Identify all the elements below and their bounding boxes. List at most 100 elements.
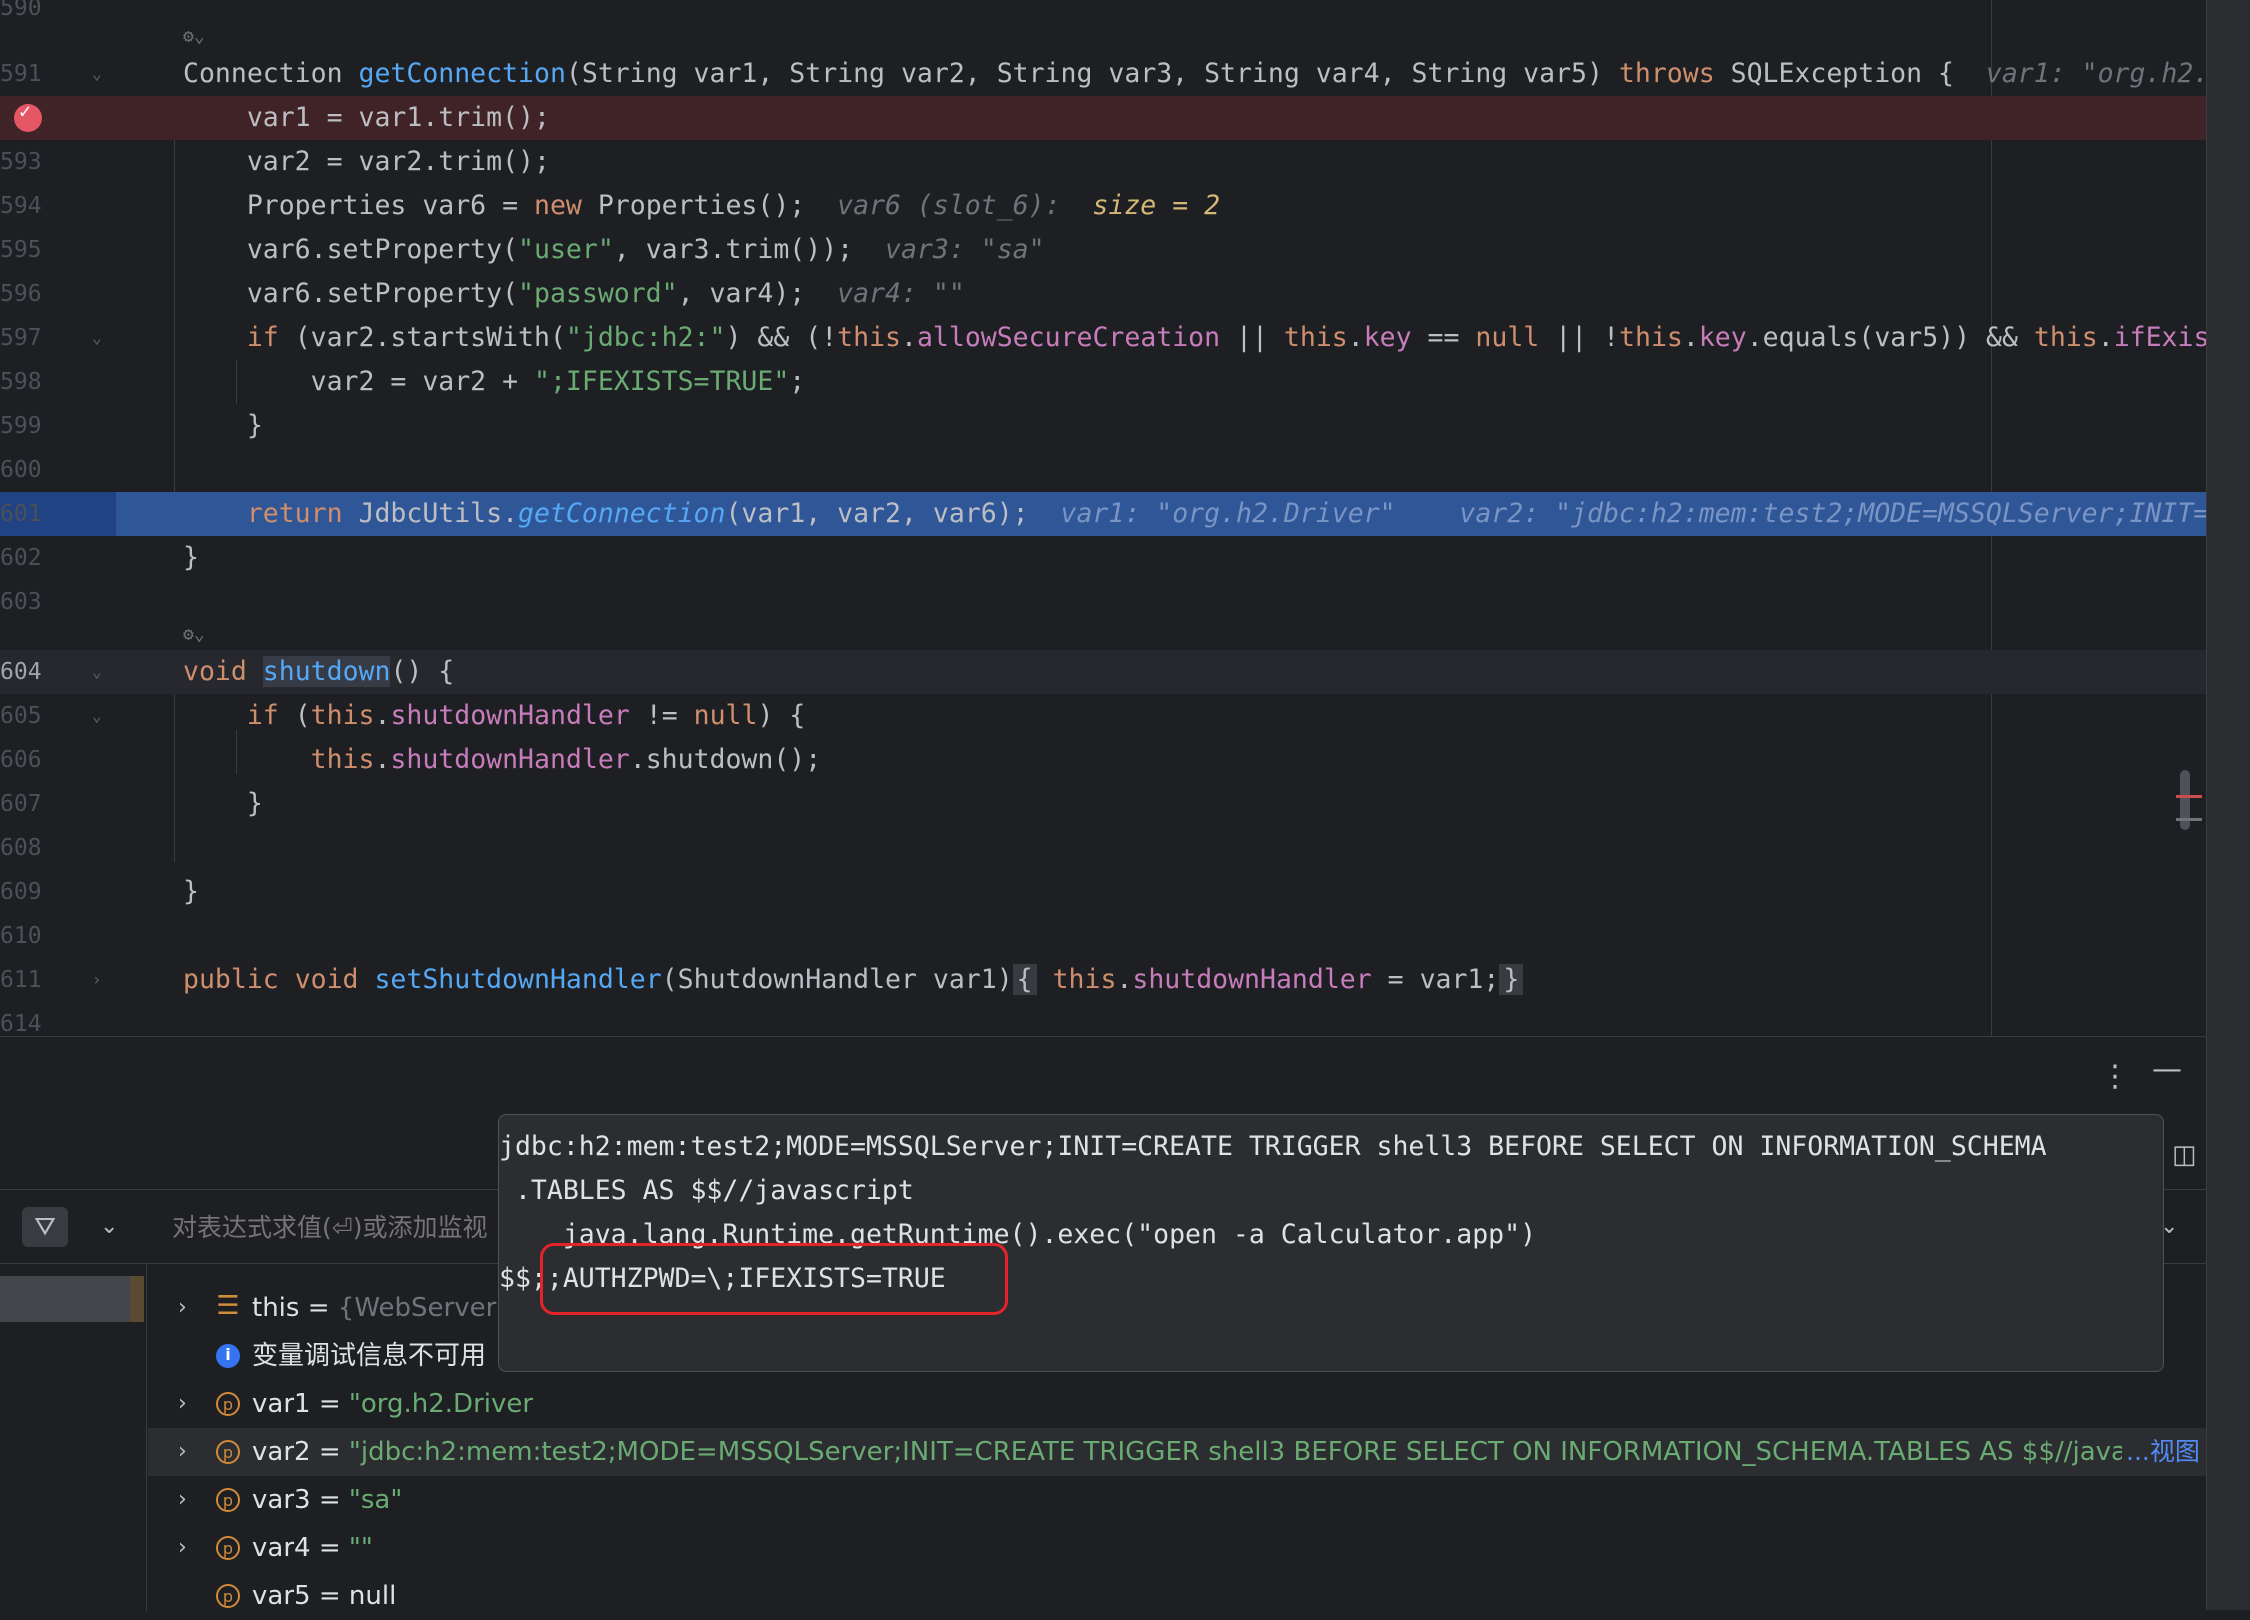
line-number: 611 xyxy=(0,967,42,993)
code-text: } xyxy=(183,788,263,819)
parameter-icon: p xyxy=(216,1392,240,1416)
code-text: var2 = var2.trim(); xyxy=(183,146,550,177)
code-line[interactable]: 605 ⌄ if (this.shutdownHandler != null) … xyxy=(0,694,2206,738)
variable-name: var3 xyxy=(252,1485,311,1515)
editor-scrollbar[interactable] xyxy=(2180,770,2190,830)
code-text: } xyxy=(183,542,199,573)
code-text: Properties var6 = new Properties(); var6… xyxy=(183,190,1221,221)
variable-row[interactable]: › p var3 = "sa" xyxy=(148,1476,2206,1524)
variable-row[interactable]: › p var1 = "org.h2.Driver xyxy=(148,1380,2206,1428)
expand-arrow-icon[interactable]: › xyxy=(178,1380,187,1428)
debug-toolbar: ⋮ — xyxy=(0,1037,2206,1117)
ai-assist-icon[interactable]: ⚙⌄ xyxy=(183,22,205,52)
inline-debug-hint: var1: "org.h2.Dr xyxy=(1985,58,2206,89)
code-line[interactable]: 607 } xyxy=(0,782,2206,826)
selected-frame-marker xyxy=(130,1276,144,1322)
code-line[interactable]: 593 var2 = var2.trim(); xyxy=(0,140,2206,184)
code-text: var1 = var1.trim(); xyxy=(183,102,550,133)
code-text: this.shutdownHandler.shutdown(); xyxy=(183,744,822,775)
code-text: if (this.shutdownHandler != null) { xyxy=(183,700,806,731)
parameter-icon: p xyxy=(216,1584,240,1608)
fold-expand-icon[interactable]: › xyxy=(92,958,102,1002)
code-line[interactable]: 596 var6.setProperty("password", var4); … xyxy=(0,272,2206,316)
fold-chevron-icon[interactable]: ⌄ xyxy=(92,52,102,96)
variable-value: {WebServer@ xyxy=(337,1293,523,1323)
variable-value: "org.h2.Driver xyxy=(348,1389,534,1419)
error-stripe-marker[interactable] xyxy=(2176,795,2202,798)
code-line[interactable]: 603 xyxy=(0,580,2206,624)
ai-assist-icon[interactable]: ⚙⌄ xyxy=(183,620,205,650)
code-line[interactable]: 599 } xyxy=(0,404,2206,448)
error-stripe-marker[interactable] xyxy=(2176,818,2202,821)
more-options-icon[interactable]: ⋮ xyxy=(2100,1059,2130,1094)
selected-frame[interactable] xyxy=(0,1276,130,1322)
line-number: 606 xyxy=(0,747,42,773)
code-line[interactable]: 606 this.shutdownHandler.shutdown(); xyxy=(0,738,2206,782)
code-line[interactable]: 590 xyxy=(0,0,2206,30)
code-line[interactable]: 609 } xyxy=(0,870,2206,914)
layout-toggle-icon[interactable]: ◫ xyxy=(2172,1140,2197,1170)
fold-chevron-icon[interactable]: ⌄ xyxy=(92,650,102,694)
expand-arrow-icon[interactable]: › xyxy=(178,1428,187,1476)
code-text: } xyxy=(183,410,263,441)
code-text: public void setShutdownHandler(ShutdownH… xyxy=(183,958,1524,1002)
expand-arrow-icon[interactable]: › xyxy=(178,1476,187,1524)
right-tool-strip xyxy=(2206,0,2250,1610)
fold-chevron-icon[interactable]: ⌄ xyxy=(92,316,102,360)
variable-name: var4 xyxy=(252,1533,311,1563)
filter-icon[interactable]: ⛛ xyxy=(22,1207,68,1247)
line-number: 604 xyxy=(0,659,42,685)
code-line[interactable]: 600 xyxy=(0,448,2206,492)
code-line[interactable]: 602 } xyxy=(0,536,2206,580)
parameter-icon: p xyxy=(216,1440,240,1464)
expand-arrow-icon[interactable]: › xyxy=(178,1524,187,1572)
variable-row[interactable]: › p var4 = "" xyxy=(148,1524,2206,1572)
code-line[interactable]: 594 Properties var6 = new Properties(); … xyxy=(0,184,2206,228)
code-line[interactable]: 614 xyxy=(0,1002,2206,1036)
view-link[interactable]: ...视图 xyxy=(2126,1428,2200,1476)
line-number: 599 xyxy=(0,413,42,439)
parameter-icon: p xyxy=(216,1488,240,1512)
code-line[interactable]: 611 › public void setShutdownHandler(Shu… xyxy=(0,958,2206,1002)
inline-debug-hint: var3: "sa" xyxy=(885,234,1045,265)
code-editor[interactable]: 590 ⚙⌄ 591 ⌄ Connection getConnection(St… xyxy=(0,0,2206,1036)
inline-debug-hint: var6 (slot_6): xyxy=(837,190,1093,221)
execution-point-line[interactable]: 601 return JdbcUtils.getConnection(var1,… xyxy=(0,492,2206,536)
minimize-icon[interactable]: — xyxy=(2152,1052,2182,1087)
line-number: 597 xyxy=(0,325,42,351)
variable-name: var2 xyxy=(252,1437,311,1467)
variable-row[interactable]: p var5 = null xyxy=(148,1572,2206,1620)
line-number: 605 xyxy=(0,703,42,729)
code-text: var6.setProperty("user", var3.trim()); v… xyxy=(183,234,1045,265)
line-number: 602 xyxy=(0,545,42,571)
code-text: if (var2.startsWith("jdbc:h2:") && (!thi… xyxy=(183,322,2206,353)
code-text: void shutdown() { xyxy=(183,656,455,687)
line-number: 594 xyxy=(0,193,42,219)
variable-value: "sa" xyxy=(348,1485,403,1515)
chevron-down-icon[interactable]: ⌄ xyxy=(100,1207,118,1247)
variable-row-selected[interactable]: › p var2 = "jdbc:h2:mem:test2;MODE=MSSQL… xyxy=(148,1428,2206,1476)
line-number: 608 xyxy=(0,835,42,861)
line-number: 590 xyxy=(0,0,42,21)
fold-chevron-icon[interactable]: ⌄ xyxy=(92,694,102,738)
line-number: 600 xyxy=(0,457,42,483)
variable-value: null xyxy=(348,1581,397,1611)
info-message: 变量调试信息不可用 xyxy=(252,1341,487,1371)
line-number: 603 xyxy=(0,589,42,615)
line-number: 607 xyxy=(0,791,42,817)
breakpoint-line[interactable]: var1 = var1.trim(); xyxy=(0,96,2206,140)
caret-line[interactable]: 604 ⌄ void shutdown() { xyxy=(0,650,2206,694)
code-text: var2 = var2 + ";IFEXISTS=TRUE"; xyxy=(183,366,806,397)
code-line[interactable]: 591 ⌄ Connection getConnection(String va… xyxy=(0,52,2206,96)
line-number: 609 xyxy=(0,879,42,905)
expand-arrow-icon[interactable]: › xyxy=(178,1284,187,1332)
code-line[interactable]: 610 xyxy=(0,914,2206,958)
code-line[interactable]: 608 xyxy=(0,826,2206,870)
code-line[interactable]: 597 ⌄ if (var2.startsWith("jdbc:h2:") &&… xyxy=(0,316,2206,360)
code-line[interactable]: 595 var6.setProperty("user", var3.trim()… xyxy=(0,228,2206,272)
parameter-icon: p xyxy=(216,1536,240,1560)
code-line[interactable]: 598 var2 = var2 + ";IFEXISTS=TRUE"; xyxy=(0,360,2206,404)
inline-debug-hint: var1: "org.h2.Driver" xyxy=(1060,498,1396,529)
frames-list[interactable] xyxy=(0,1264,147,1611)
breakpoint-check-icon: ✓ xyxy=(19,99,32,123)
